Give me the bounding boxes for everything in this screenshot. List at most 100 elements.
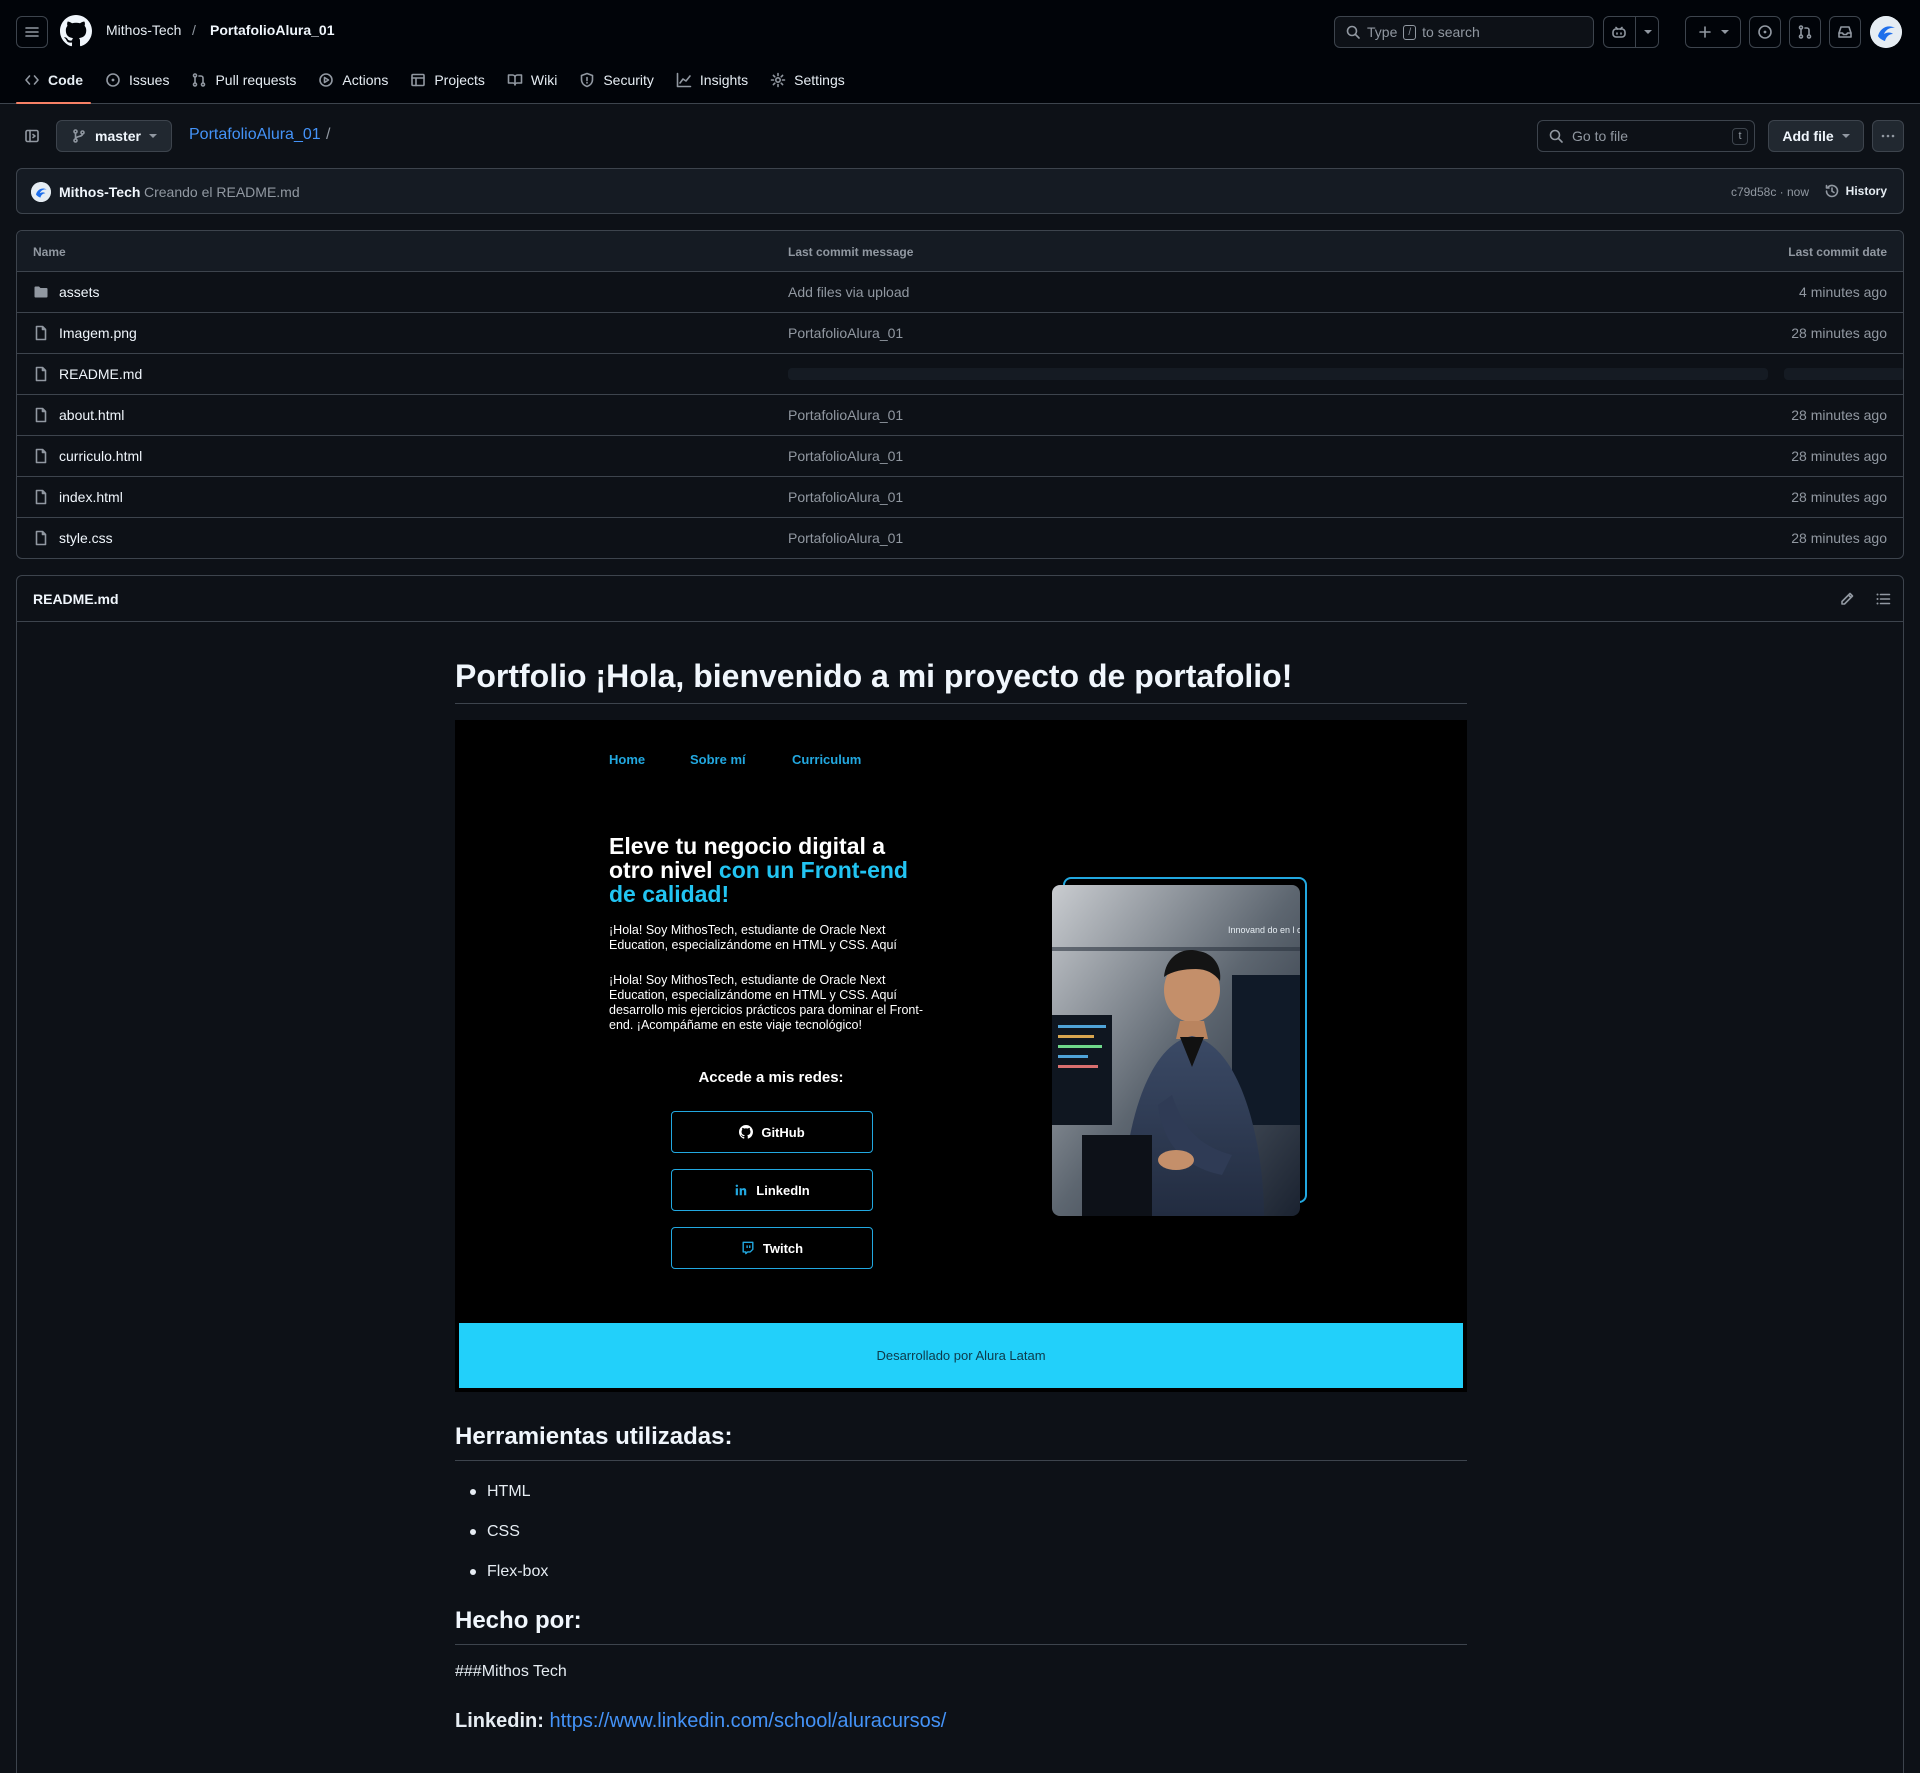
github-icon xyxy=(739,1125,754,1139)
table-row[interactable]: about.html PortafolioAlura_01 28 minutes… xyxy=(17,395,1903,436)
file-commit-date: 28 minutes ago xyxy=(1791,489,1887,505)
tab-actions[interactable]: Actions xyxy=(310,64,396,96)
table-row[interactable]: style.css PortafolioAlura_01 28 minutes … xyxy=(17,518,1903,558)
file-commit-message[interactable]: PortafolioAlura_01 xyxy=(788,489,903,505)
book-icon xyxy=(507,74,523,86)
repo-link[interactable]: PortafolioAlura_01 xyxy=(210,22,334,38)
branch-selector[interactable]: master xyxy=(56,120,172,152)
top-bar: Mithos-Tech / PortafolioAlura_01 Type / … xyxy=(0,0,1920,104)
shot-nav-home: Home xyxy=(609,752,646,767)
file-name[interactable]: about.html xyxy=(59,407,124,423)
inbox-icon xyxy=(1838,26,1852,38)
shot-paragraph-2: ¡Hola! Soy MithosTech, estudiante de Ora… xyxy=(609,973,924,1032)
breadcrumb-separator: / xyxy=(192,22,196,38)
branch-icon xyxy=(73,129,85,143)
search-placeholder-before: Type xyxy=(1367,24,1398,40)
tab-settings[interactable]: Settings xyxy=(762,64,853,96)
edit-file-button[interactable] xyxy=(1839,591,1855,607)
commit-hash-time[interactable]: c79d58c · now xyxy=(1731,185,1809,199)
heading-divider xyxy=(455,1460,1467,1461)
file-icon xyxy=(35,489,47,505)
menu-button[interactable] xyxy=(16,16,48,48)
go-to-file-placeholder: Go to file xyxy=(1572,128,1629,144)
shot-button-label: GitHub xyxy=(761,1124,805,1140)
copilot-icon xyxy=(1611,26,1626,38)
tab-code[interactable]: Code xyxy=(16,64,91,104)
tab-insights[interactable]: Insights xyxy=(668,64,756,96)
shot-twitch-button: Twitch xyxy=(671,1227,873,1269)
tab-label: Security xyxy=(603,72,654,88)
file-name[interactable]: assets xyxy=(59,284,99,300)
table-row[interactable]: index.html PortafolioAlura_01 28 minutes… xyxy=(17,477,1903,518)
owner-link[interactable]: Mithos-Tech xyxy=(106,22,181,38)
table-row[interactable]: curriculo.html PortafolioAlura_01 28 min… xyxy=(17,436,1903,477)
linkedin-line: Linkedin: https://www.linkedin.com/schoo… xyxy=(455,1710,946,1733)
heading-divider xyxy=(455,1644,1467,1645)
loading-skeleton xyxy=(788,368,1768,380)
shot-github-button: GitHub xyxy=(671,1111,873,1153)
tab-label: Code xyxy=(48,72,83,88)
history-label: History xyxy=(1845,184,1887,198)
add-file-label: Add file xyxy=(1782,128,1834,144)
commit-author-avatar[interactable] xyxy=(31,182,51,202)
add-file-button[interactable]: Add file xyxy=(1768,120,1864,152)
file-table: Name Last commit message Last commit dat… xyxy=(16,230,1904,559)
tab-label: Settings xyxy=(794,72,845,88)
tab-label: Actions xyxy=(342,72,389,88)
linkedin-link[interactable]: https://www.linkedin.com/school/aluracur… xyxy=(549,1710,946,1732)
file-commit-message[interactable]: PortafolioAlura_01 xyxy=(788,325,903,341)
file-table-header: Name Last commit message Last commit dat… xyxy=(17,231,1903,272)
file-name[interactable]: index.html xyxy=(59,489,123,505)
issues-button[interactable] xyxy=(1749,16,1781,48)
file-icon xyxy=(35,407,47,423)
tab-label: Issues xyxy=(129,72,170,88)
history-link[interactable]: History xyxy=(1824,183,1887,199)
tab-security[interactable]: Security xyxy=(571,64,662,96)
table-row[interactable]: Imagem.png PortafolioAlura_01 28 minutes… xyxy=(17,313,1903,354)
outline-button[interactable] xyxy=(1875,591,1891,607)
search-shortcut-key: / xyxy=(1403,24,1417,40)
table-row[interactable]: assets Add files via upload 4 minutes ag… xyxy=(17,272,1903,313)
commit-author[interactable]: Mithos-Tech xyxy=(59,184,140,200)
file-name[interactable]: Imagem.png xyxy=(59,325,137,341)
file-name[interactable]: style.css xyxy=(59,530,113,546)
issue-icon xyxy=(1758,25,1772,39)
file-commit-message[interactable]: PortafolioAlura_01 xyxy=(788,448,903,464)
portfolio-screenshot[interactable]: Home Sobre mí Curriculum Eleve tu negoci… xyxy=(455,720,1467,1392)
toggle-file-tree-button[interactable] xyxy=(16,120,48,152)
file-commit-message[interactable]: PortafolioAlura_01 xyxy=(788,407,903,423)
create-new-button[interactable] xyxy=(1685,16,1741,48)
github-logo-icon[interactable] xyxy=(60,15,92,47)
inbox-button[interactable] xyxy=(1829,16,1861,48)
tab-pull-requests[interactable]: Pull requests xyxy=(183,64,304,96)
branch-name: master xyxy=(95,128,141,144)
tab-wiki[interactable]: Wiki xyxy=(499,64,565,96)
copilot-button[interactable] xyxy=(1603,16,1659,48)
file-commit-message[interactable]: Add files via upload xyxy=(788,284,909,300)
tab-projects[interactable]: Projects xyxy=(402,64,493,96)
table-row[interactable]: README.md xyxy=(17,354,1903,395)
loading-skeleton xyxy=(1784,368,1903,380)
made-by-text: ###Mithos Tech xyxy=(455,1663,567,1680)
path-repo-link[interactable]: PortafolioAlura_01 xyxy=(189,126,321,144)
readme-filename[interactable]: README.md xyxy=(33,591,119,607)
shot-button-label: LinkedIn xyxy=(756,1182,810,1198)
file-name[interactable]: curriculo.html xyxy=(59,448,142,464)
chevron-down-icon xyxy=(1643,30,1652,34)
folder-icon xyxy=(34,286,48,298)
play-icon xyxy=(319,73,334,87)
go-to-file-input[interactable]: Go to file t xyxy=(1537,120,1755,152)
search-input[interactable]: Type / to search xyxy=(1334,16,1594,48)
tab-issues[interactable]: Issues xyxy=(97,64,177,96)
user-avatar[interactable] xyxy=(1870,16,1902,48)
commit-message[interactable]: Creando el README.md xyxy=(144,184,300,200)
file-icon xyxy=(35,366,47,382)
file-commit-date: 28 minutes ago xyxy=(1791,325,1887,341)
file-commit-message[interactable]: PortafolioAlura_01 xyxy=(788,530,903,546)
file-commit-date: 4 minutes ago xyxy=(1799,284,1887,300)
more-options-button[interactable] xyxy=(1872,120,1904,152)
pull-requests-button[interactable] xyxy=(1789,16,1821,48)
file-name[interactable]: README.md xyxy=(59,366,142,382)
file-commit-date: 28 minutes ago xyxy=(1791,407,1887,423)
tab-label: Insights xyxy=(699,72,749,88)
